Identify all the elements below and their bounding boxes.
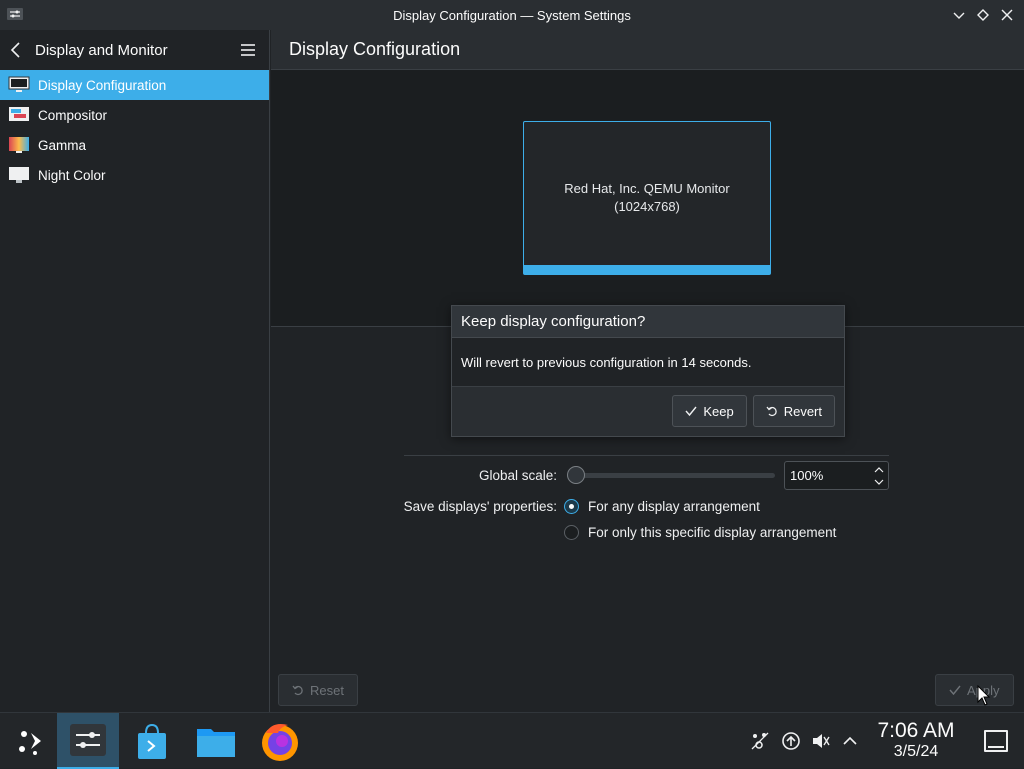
- monitor-icon: [8, 76, 30, 92]
- undo-icon: [292, 685, 303, 696]
- volume-muted-icon[interactable]: [811, 731, 831, 751]
- main-panel: Display Configuration Red Hat, Inc. QEMU…: [271, 30, 1024, 712]
- shopping-bag-icon: [138, 723, 166, 759]
- sidebar-item-gamma[interactable]: Gamma: [0, 130, 269, 160]
- keep-config-dialog: Keep display configuration? Will revert …: [451, 305, 845, 437]
- page-title: Display Configuration: [271, 30, 1024, 70]
- revert-button[interactable]: Revert: [752, 395, 835, 427]
- taskbar-file-manager[interactable]: [185, 713, 247, 769]
- clock-time: 7:06 AM: [877, 719, 955, 742]
- sidebar-title[interactable]: Display and Monitor: [35, 42, 168, 59]
- hamburger-menu-icon[interactable]: [239, 41, 257, 59]
- sidebar: Display and Monitor Display Configuratio…: [0, 30, 270, 712]
- radio-label: For any display arrangement: [588, 499, 760, 514]
- window-title: Display Configuration — System Settings: [393, 7, 631, 23]
- radio-label: For only this specific display arrangeme…: [588, 525, 837, 540]
- taskbar-system-settings[interactable]: [57, 713, 119, 769]
- save-properties-label: Save displays' properties:: [403, 499, 557, 514]
- divider: [404, 455, 889, 456]
- minimize-icon[interactable]: [950, 6, 968, 24]
- taskbar: 7:06 AM 3/5/24: [0, 712, 1024, 769]
- radio-any-arrangement[interactable]: For any display arrangement: [564, 499, 760, 514]
- firefox-icon: [262, 724, 298, 761]
- keep-button[interactable]: Keep: [672, 395, 747, 427]
- sidebar-item-label: Night Color: [38, 167, 106, 183]
- title-bar: Display Configuration — System Settings: [0, 0, 1024, 30]
- checkmark-icon: [949, 685, 961, 696]
- application-launcher[interactable]: [0, 713, 62, 769]
- radio-specific-arrangement[interactable]: For only this specific display arrangeme…: [564, 525, 836, 540]
- undo-icon: [766, 406, 777, 417]
- taskbar-discover[interactable]: [121, 713, 183, 769]
- monitor-name: Red Hat, Inc. QEMU Monitor: [564, 181, 730, 196]
- gamma-icon: [9, 137, 29, 153]
- sidebar-list: Display Configuration Compositor Gamma N…: [0, 70, 269, 190]
- radio-button[interactable]: [564, 525, 579, 540]
- monitor-primary-bar: [524, 265, 770, 274]
- sidebar-item-label: Display Configuration: [38, 77, 167, 93]
- dialog-message: Will revert to previous configuration in…: [452, 338, 844, 387]
- checkmark-icon: [685, 406, 697, 417]
- dialog-title: Keep display configuration?: [452, 306, 844, 338]
- spin-arrows-icon[interactable]: [874, 465, 884, 487]
- monitor-resolution: (1024x768): [614, 199, 680, 214]
- network-status-icon[interactable]: [750, 731, 770, 751]
- monitor-tile[interactable]: Red Hat, Inc. QEMU Monitor (1024x768): [523, 121, 771, 275]
- close-icon[interactable]: [998, 6, 1016, 24]
- maximize-icon[interactable]: [974, 6, 992, 24]
- apply-button[interactable]: Apply: [935, 674, 1014, 706]
- display-arrangement-area: Red Hat, Inc. QEMU Monitor (1024x768): [271, 70, 1024, 327]
- radio-button-checked[interactable]: [564, 499, 579, 514]
- launcher-icon: [19, 731, 41, 755]
- global-scale-slider[interactable]: [567, 466, 775, 484]
- folder-icon: [197, 729, 235, 757]
- taskbar-firefox[interactable]: [249, 713, 311, 769]
- sidebar-item-display-configuration[interactable]: Display Configuration: [0, 70, 269, 100]
- global-scale-label: Global scale:: [478, 468, 557, 483]
- slider-handle[interactable]: [567, 466, 585, 484]
- system-settings-icon: [7, 8, 23, 20]
- mouse-pointer-icon: [977, 685, 991, 706]
- system-settings-icon: [70, 724, 106, 756]
- global-scale-spinbox[interactable]: 100%: [784, 461, 889, 490]
- show-desktop-icon[interactable]: [984, 730, 1008, 752]
- sidebar-header: Display and Monitor: [0, 30, 269, 70]
- sidebar-item-compositor[interactable]: Compositor: [0, 100, 269, 130]
- sidebar-item-label: Gamma: [38, 137, 87, 153]
- sidebar-item-label: Compositor: [38, 107, 108, 123]
- chevron-up-icon[interactable]: [840, 731, 860, 751]
- global-scale-value: 100%: [790, 468, 824, 483]
- compositor-icon: [9, 107, 29, 121]
- digital-clock[interactable]: 7:06 AM 3/5/24: [868, 719, 964, 761]
- sidebar-item-night-color[interactable]: Night Color: [0, 160, 269, 190]
- reset-button[interactable]: Reset: [278, 674, 358, 706]
- night-color-icon: [9, 167, 29, 183]
- update-notifier-icon[interactable]: [781, 731, 801, 751]
- clock-date: 3/5/24: [893, 743, 939, 760]
- back-arrow-icon[interactable]: [10, 41, 28, 59]
